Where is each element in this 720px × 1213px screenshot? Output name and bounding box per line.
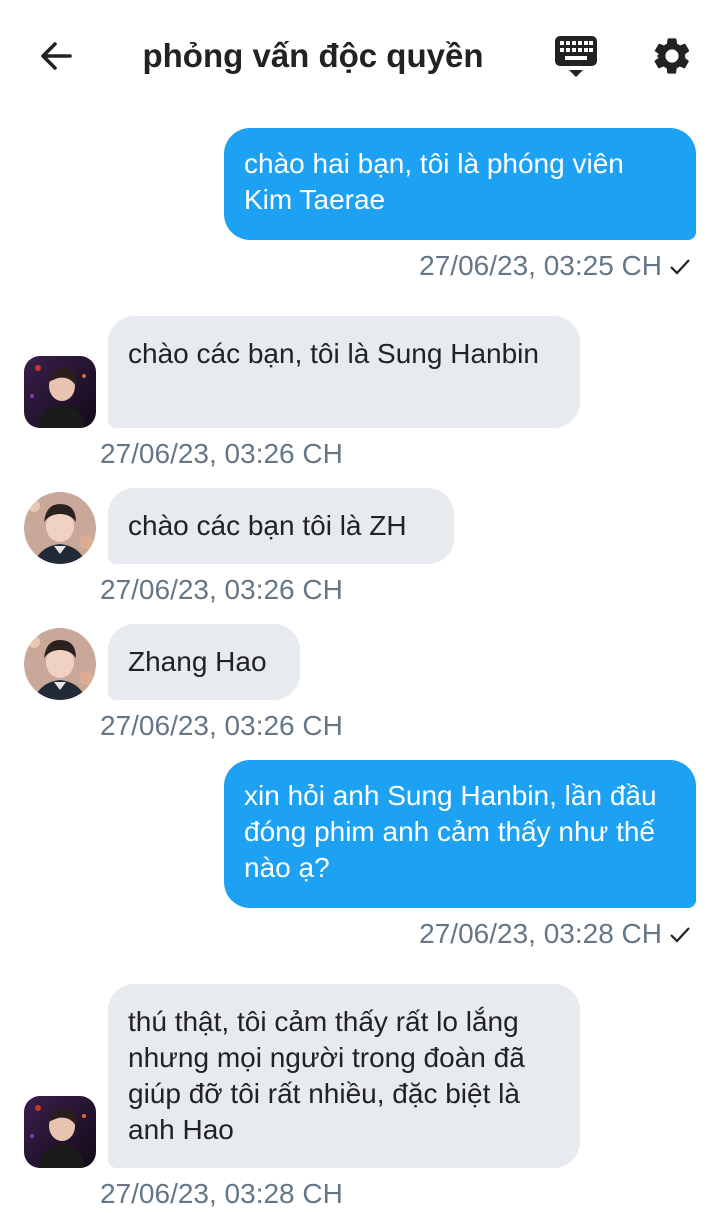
- outgoing-message-bubble[interactable]: chào hai bạn, tôi là phóng viên Kim Taer…: [224, 128, 696, 240]
- page-title: phỏng vấn độc quyền: [142, 37, 484, 74]
- message-timestamp: 27/06/23, 03:26 CH: [100, 574, 343, 605]
- sent-check-icon: [670, 927, 690, 943]
- sent-check-icon: [670, 259, 690, 275]
- avatar-sung-hanbin-image: [24, 356, 96, 428]
- incoming-message-bubble[interactable]: chào các bạn tôi là ZH: [108, 488, 454, 564]
- outgoing-message-bubble[interactable]: xin hỏi anh Sung Hanbin, lần đầu đóng ph…: [224, 760, 696, 908]
- message-timestamp: 27/06/23, 03:26 CH: [100, 438, 343, 469]
- avatar-zhang-hao-image: [24, 628, 96, 700]
- message-timestamp: 27/06/23, 03:28 CH: [100, 1178, 343, 1209]
- avatar[interactable]: [24, 1096, 96, 1168]
- message-text: chào các bạn, tôi là Sung Hanbin: [128, 338, 539, 369]
- keyboard-icon[interactable]: [554, 34, 598, 80]
- avatar[interactable]: [24, 628, 96, 700]
- avatar-zhang-hao-image: [24, 492, 96, 564]
- message-text: chào hai bạn, tôi là phóng viên Kim Taer…: [244, 148, 624, 215]
- incoming-message-bubble[interactable]: thú thật, tôi cảm thấy rất lo lắng nhưng…: [108, 984, 580, 1168]
- gear-icon[interactable]: [650, 34, 694, 78]
- message-timestamp: 27/06/23, 03:25 CH: [419, 250, 662, 281]
- top-bar: phỏng vấn độc quyền: [0, 0, 720, 112]
- message-text: chào các bạn tôi là ZH: [128, 510, 407, 541]
- incoming-message-bubble[interactable]: Zhang Hao: [108, 624, 300, 700]
- message-timestamp: 27/06/23, 03:26 CH: [100, 710, 343, 741]
- avatar[interactable]: [24, 356, 96, 428]
- message-text: Zhang Hao: [128, 646, 267, 677]
- message-text: xin hỏi anh Sung Hanbin, lần đầu đóng ph…: [244, 780, 657, 883]
- avatar[interactable]: [24, 492, 96, 564]
- message-timestamp: 27/06/23, 03:28 CH: [419, 918, 662, 949]
- message-text: thú thật, tôi cảm thấy rất lo lắng nhưng…: [128, 1006, 525, 1145]
- avatar-sung-hanbin-image: [24, 1096, 96, 1168]
- incoming-message-bubble[interactable]: chào các bạn, tôi là Sung Hanbin: [108, 316, 580, 428]
